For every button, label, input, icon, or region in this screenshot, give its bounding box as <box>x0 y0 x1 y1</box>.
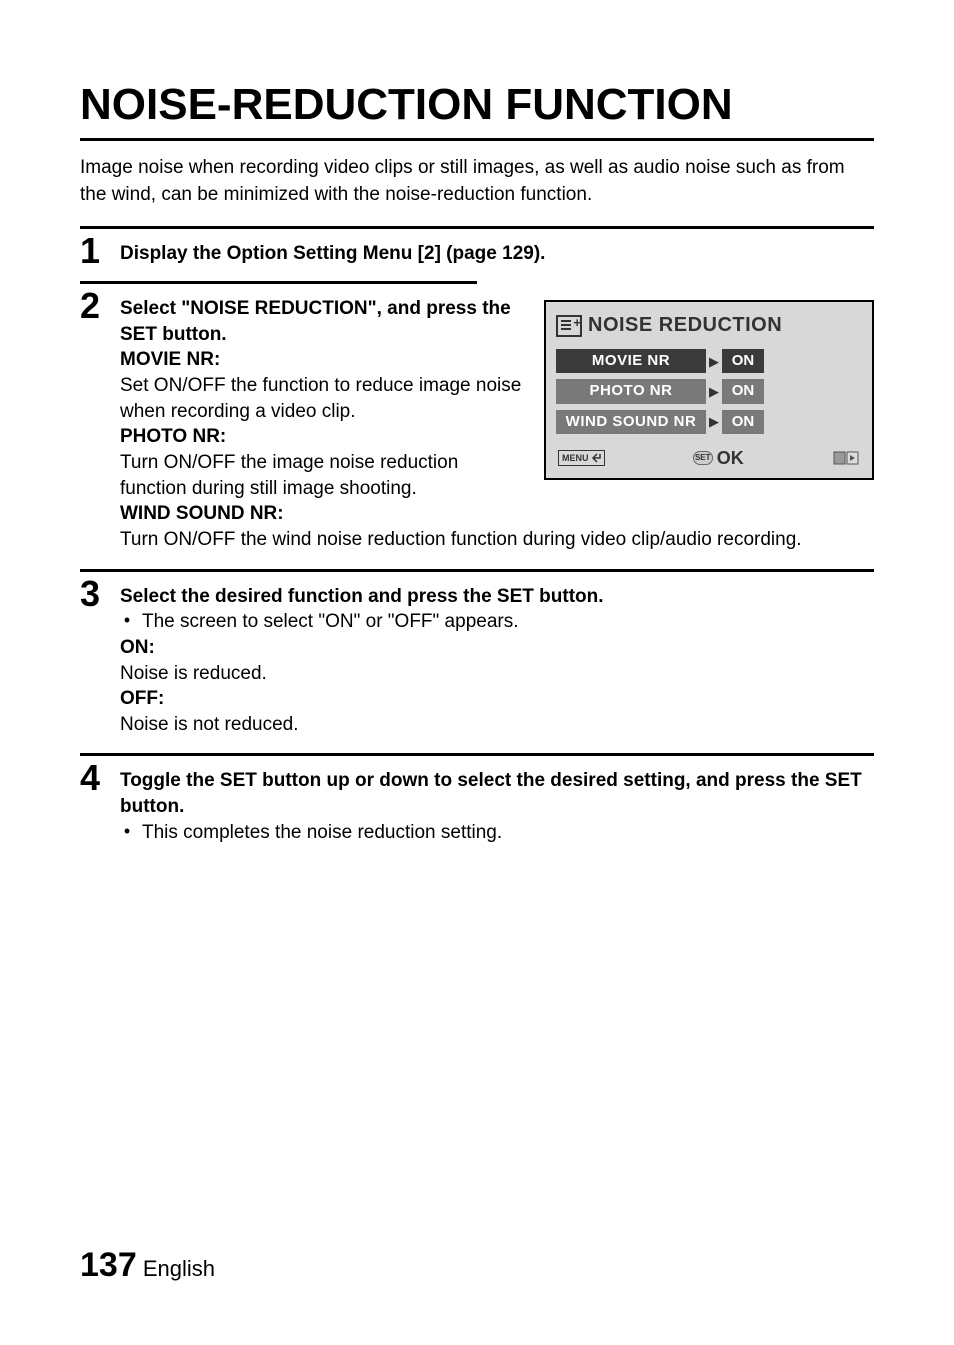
step-number: 3 <box>80 576 120 612</box>
lcd-title: NOISE REDUCTION <box>588 312 782 339</box>
lcd-label: MOVIE NR <box>556 349 706 373</box>
lcd-label: WIND SOUND NR <box>556 410 706 434</box>
page-footer: 137 English <box>80 1246 215 1285</box>
menu-back-icon: MENU <box>558 450 605 466</box>
lcd-screenshot: NOISE REDUCTION MOVIE NR ▶ ON PHOTO NR ▶… <box>544 296 874 480</box>
lcd-value: ON <box>722 410 764 434</box>
step-separator <box>80 569 874 572</box>
set-icon: SET <box>693 451 713 465</box>
step-separator-half <box>80 281 477 284</box>
on-description: Noise is reduced. <box>120 661 874 687</box>
movie-nr-label: MOVIE NR: <box>120 347 524 373</box>
movie-nr-description: Set ON/OFF the function to reduce image … <box>120 373 524 424</box>
step-3-instruction: Select the desired function and press th… <box>120 584 874 610</box>
set-ok-indicator: SET OK <box>693 446 744 470</box>
on-label: ON: <box>120 635 874 661</box>
lcd-panel: NOISE REDUCTION MOVIE NR ▶ ON PHOTO NR ▶… <box>544 300 874 480</box>
off-description: Noise is not reduced. <box>120 712 874 738</box>
page-nav-icon <box>832 450 860 466</box>
settings-list-icon <box>556 315 582 337</box>
ok-text: OK <box>717 446 744 470</box>
lcd-row-wind-sound-nr: WIND SOUND NR ▶ ON <box>556 410 862 434</box>
arrow-right-icon: ▶ <box>706 383 722 401</box>
lcd-label: PHOTO NR <box>556 379 706 403</box>
step-2-instruction: Select "NOISE REDUCTION", and press the … <box>120 296 524 347</box>
photo-nr-label: PHOTO NR: <box>120 424 524 450</box>
off-label: OFF: <box>120 686 874 712</box>
lcd-value: ON <box>722 379 764 403</box>
lcd-row-photo-nr: PHOTO NR ▶ ON <box>556 379 862 403</box>
lcd-value: ON <box>722 349 764 373</box>
wind-sound-nr-label: WIND SOUND NR: <box>120 501 874 527</box>
step-2: 2 Select "NOISE REDUCTION", and press th… <box>80 288 874 552</box>
step-4-bullet-text: This completes the noise reduction setti… <box>142 820 502 846</box>
step-number: 1 <box>80 233 120 269</box>
wind-sound-nr-description: Turn ON/OFF the wind noise reduction fun… <box>120 527 874 553</box>
step-separator <box>80 753 874 756</box>
page-language: English <box>143 1256 215 1281</box>
step-number: 2 <box>80 288 120 324</box>
arrow-right-icon: ▶ <box>706 353 722 371</box>
arrow-right-icon: ▶ <box>706 413 722 431</box>
step-1-instruction: Display the Option Setting Menu [2] (pag… <box>120 243 545 264</box>
step-4-bullet: • This completes the noise reduction set… <box>120 820 874 846</box>
bullet-icon: • <box>120 609 134 632</box>
menu-text: MENU <box>562 452 589 464</box>
step-3: 3 Select the desired function and press … <box>80 576 874 738</box>
page-title: NOISE-REDUCTION FUNCTION <box>80 80 874 130</box>
intro-paragraph: Image noise when recording video clips o… <box>80 155 874 208</box>
title-underline <box>80 138 874 141</box>
step-number: 4 <box>80 760 120 796</box>
page-number: 137 <box>80 1246 137 1284</box>
step-3-bullet: • The screen to select "ON" or "OFF" app… <box>120 609 874 635</box>
lcd-row-movie-nr: MOVIE NR ▶ ON <box>556 349 862 373</box>
step-4-instruction: Toggle the SET button up or down to sele… <box>120 768 874 819</box>
step-separator <box>80 226 874 229</box>
step-2-text-column: Select "NOISE REDUCTION", and press the … <box>120 296 524 501</box>
step-1: 1 Display the Option Setting Menu [2] (p… <box>80 233 874 269</box>
step-4: 4 Toggle the SET button up or down to se… <box>80 760 874 845</box>
bullet-icon: • <box>120 820 134 843</box>
step-3-bullet-text: The screen to select "ON" or "OFF" appea… <box>142 609 519 635</box>
photo-nr-description: Turn ON/OFF the image noise reduction fu… <box>120 450 524 501</box>
